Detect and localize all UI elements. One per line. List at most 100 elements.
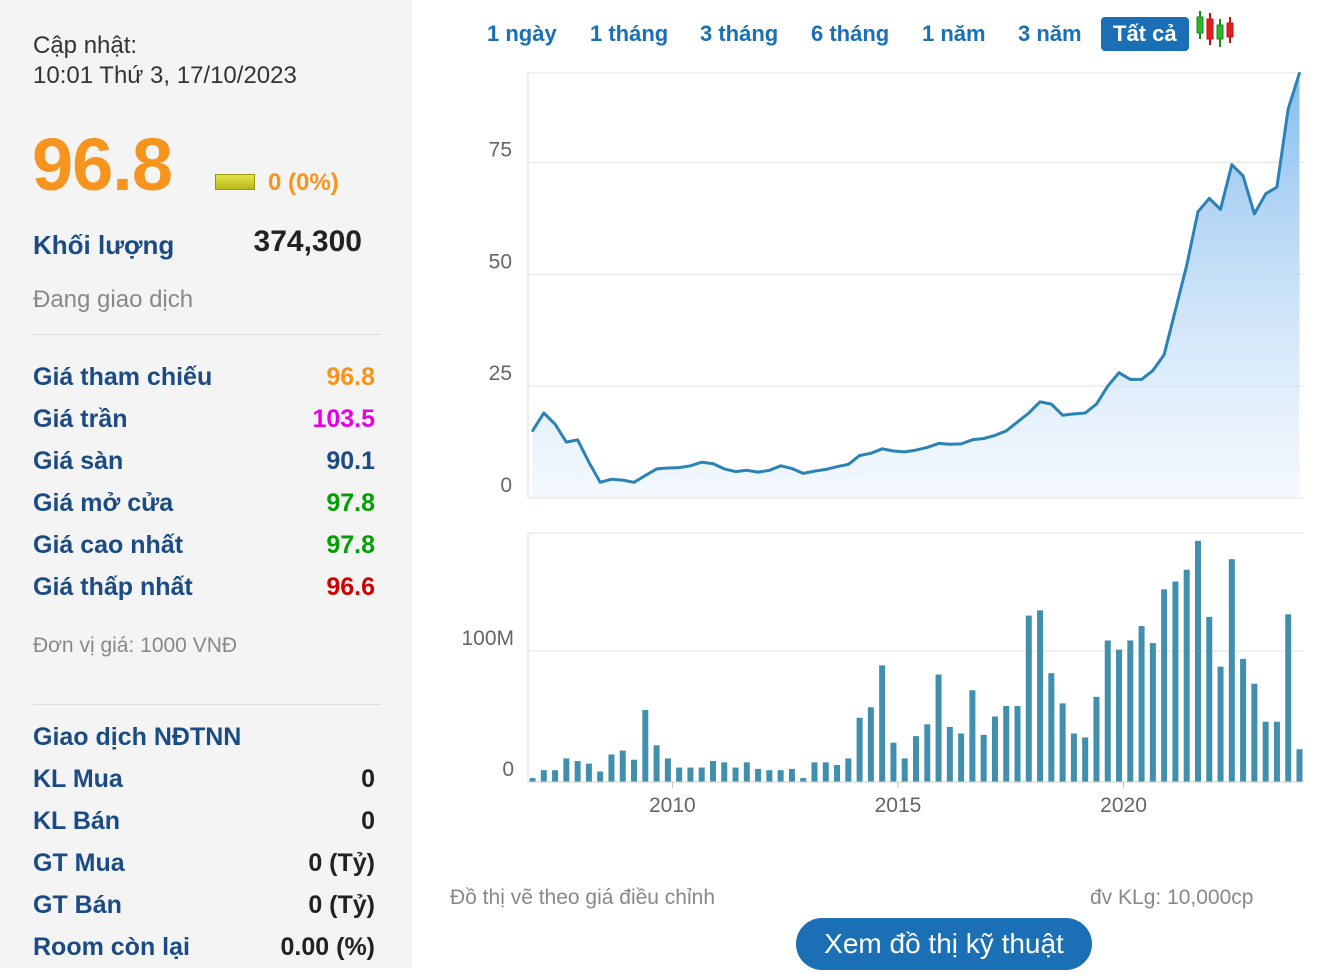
price-point xyxy=(835,465,839,468)
tab-6-months[interactable]: 6 tháng xyxy=(811,17,889,51)
room-remaining-value: 0.00 (%) xyxy=(280,933,375,961)
volume-y-tick-label: 100M xyxy=(461,627,514,650)
x-tick-label: 2020 xyxy=(1100,794,1147,817)
price-point xyxy=(723,467,726,471)
price-point xyxy=(824,468,827,471)
volume-y-tick-label: 0 xyxy=(502,758,514,781)
price-y-tick-label: 0 xyxy=(500,474,512,497)
volume-bar xyxy=(1172,581,1179,782)
volume-bar xyxy=(698,767,705,782)
price-point xyxy=(768,469,771,472)
price-point xyxy=(1275,185,1279,189)
volume-bar xyxy=(1127,640,1134,782)
volume-bar xyxy=(845,758,852,782)
price-point xyxy=(903,450,906,454)
foreign-buy-value-label: GT Mua xyxy=(33,849,125,877)
volume-label: Khối lượng xyxy=(33,230,175,260)
price-point xyxy=(610,478,613,481)
price-point xyxy=(553,422,557,426)
price-point xyxy=(1230,163,1234,166)
price-point xyxy=(711,462,715,465)
volume-panel: 0 100M 2010 2015 2020 xyxy=(461,532,1304,817)
volume-bar xyxy=(709,761,716,782)
volume-bar xyxy=(822,762,829,782)
high-price-label: Giá cao nhất xyxy=(33,531,184,559)
current-price: 96.8 xyxy=(32,123,173,206)
tab-1-year[interactable]: 1 năm xyxy=(922,17,986,51)
volume-bar xyxy=(1003,705,1010,782)
price-unit-note: Đơn vị giá: 1000 VNĐ xyxy=(33,634,238,657)
price-point xyxy=(1061,414,1064,417)
foreign-trading-title: Giao dịch NĐTNN xyxy=(33,723,242,751)
volume-bar xyxy=(732,767,739,782)
price-point xyxy=(598,481,602,484)
volume-bar xyxy=(1070,733,1077,782)
price-point xyxy=(948,443,952,446)
room-remaining-label: Room còn lại xyxy=(33,933,190,961)
volume-bar xyxy=(1161,589,1168,782)
volume-bar xyxy=(597,771,604,782)
volume-bar xyxy=(1149,643,1156,782)
volume-bar xyxy=(1251,683,1258,782)
tab-3-months[interactable]: 3 tháng xyxy=(700,17,778,51)
foreign-sell-volume-label: KL Bán xyxy=(33,807,121,835)
volume-bar xyxy=(1082,737,1089,782)
tab-all[interactable]: Tất cả xyxy=(1101,17,1189,51)
volume-bar xyxy=(631,759,638,782)
volume-bar xyxy=(766,770,773,782)
floor-price-label: Giá sàn xyxy=(33,447,124,475)
volume-bar xyxy=(676,767,683,782)
volume-bar xyxy=(980,734,987,782)
price-point xyxy=(756,470,760,474)
price-point xyxy=(1185,264,1188,267)
volume-bar xyxy=(574,761,581,782)
foreign-buy-volume-value: 0 xyxy=(361,765,375,793)
high-price-value: 97.8 xyxy=(326,531,375,559)
price-point xyxy=(790,467,794,470)
volume-bar xyxy=(856,717,863,782)
volume-bar xyxy=(890,742,897,782)
volume-bar xyxy=(664,758,671,782)
volume-bar xyxy=(901,758,908,782)
price-point xyxy=(1219,208,1222,211)
low-price-value: 96.6 xyxy=(326,573,375,601)
foreign-sell-value-value: 0 (Tỷ) xyxy=(308,891,375,919)
price-point xyxy=(847,463,850,466)
foreign-buy-volume-label: KL Mua xyxy=(33,765,123,793)
price-point xyxy=(1298,71,1301,75)
open-price-value: 97.8 xyxy=(326,489,375,517)
tab-3-years[interactable]: 3 năm xyxy=(1018,17,1082,51)
price-point xyxy=(542,411,545,415)
price-point xyxy=(587,461,591,464)
price-point xyxy=(1196,210,1200,213)
price-point xyxy=(813,469,816,473)
price-point xyxy=(993,434,997,437)
price-point xyxy=(1095,402,1098,406)
price-point xyxy=(745,469,749,472)
price-point xyxy=(1117,371,1121,374)
price-point xyxy=(959,442,963,446)
foreign-buy-value-value: 0 (Tỷ) xyxy=(308,849,375,877)
volume-bar xyxy=(687,767,694,782)
price-point xyxy=(734,470,737,473)
volume-bar xyxy=(529,778,536,782)
update-time: 10:01 Thứ 3, 17/10/2023 xyxy=(33,62,297,89)
price-panel: 0 25 50 75 xyxy=(489,71,1304,499)
open-price-label: Giá mở cửa xyxy=(33,489,174,517)
adjusted-price-note: Đồ thị vẽ theo giá điều chỉnh xyxy=(450,886,716,909)
price-point xyxy=(677,466,681,469)
volume-bar xyxy=(563,758,570,782)
price-point xyxy=(1005,429,1008,433)
volume-value: 374,300 xyxy=(253,225,362,258)
price-point xyxy=(1264,192,1267,195)
price-point xyxy=(858,454,861,457)
tab-1-day[interactable]: 1 ngày xyxy=(487,17,557,51)
volume-bar xyxy=(755,768,762,782)
price-point xyxy=(1038,400,1042,404)
volume-bar xyxy=(1116,649,1123,782)
technical-chart-button[interactable]: Xem đồ thị kỹ thuật xyxy=(796,918,1092,970)
candlestick-chart-icon[interactable] xyxy=(1195,9,1239,49)
price-point xyxy=(1253,212,1256,216)
volume-bar xyxy=(1240,658,1247,782)
tab-1-month[interactable]: 1 tháng xyxy=(590,17,668,51)
